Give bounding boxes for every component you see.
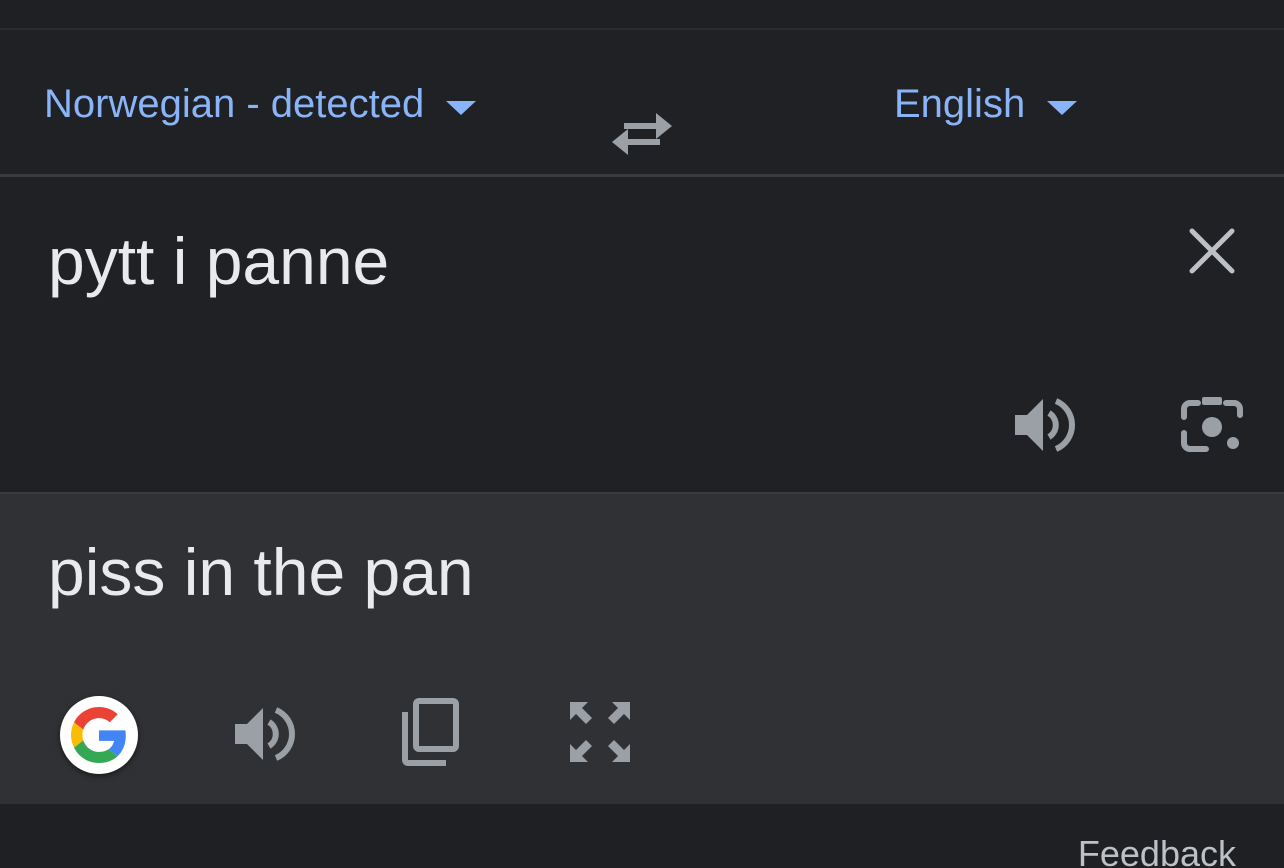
fullscreen-button[interactable] <box>568 700 632 764</box>
swap-arrows-icon <box>612 113 672 155</box>
google-g-icon <box>71 707 126 763</box>
top-strip <box>0 0 1284 30</box>
target-language-label: English <box>894 82 1026 126</box>
speaker-icon <box>235 707 295 761</box>
speaker-icon <box>1015 398 1075 452</box>
close-icon <box>1189 228 1235 274</box>
listen-source-button[interactable] <box>1012 393 1076 457</box>
copy-button[interactable] <box>400 698 460 766</box>
source-text[interactable]: pytt i panne <box>48 221 389 301</box>
target-language-selector[interactable]: English <box>894 80 1078 128</box>
source-text-area[interactable]: pytt i panne <box>0 177 1284 492</box>
swap-languages-button[interactable] <box>610 108 674 158</box>
camera-icon <box>1181 397 1243 452</box>
camera-button[interactable] <box>1180 393 1244 457</box>
caret-down-icon <box>1047 101 1078 115</box>
source-language-selector[interactable]: Norwegian - detected <box>44 80 477 128</box>
clear-button[interactable] <box>1186 225 1238 277</box>
copy-icon <box>402 698 459 766</box>
source-language-label: Norwegian - detected <box>44 82 425 126</box>
translation-area: piss in the pan <box>0 492 1284 806</box>
caret-down-icon <box>446 101 477 115</box>
translate-app: Norwegian - detected English pytt i pann… <box>0 0 1284 868</box>
language-bar: Norwegian - detected English <box>0 30 1284 177</box>
translated-text: piss in the pan <box>48 535 474 609</box>
google-button[interactable] <box>60 696 138 774</box>
footer: Feedback <box>0 804 1284 868</box>
listen-translation-button[interactable] <box>232 702 296 766</box>
feedback-link[interactable]: Feedback <box>1078 834 1236 868</box>
fullscreen-icon <box>570 702 630 762</box>
